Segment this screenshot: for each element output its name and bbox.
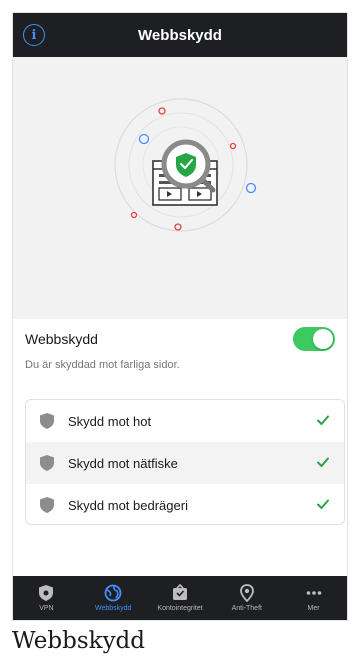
feature-label: Skydd mot nätfiske	[68, 455, 178, 471]
red-dot-icon	[229, 142, 237, 150]
web-protection-toggle[interactable]	[293, 327, 335, 351]
tab-anti-theft[interactable]: Anti-Theft	[213, 576, 280, 620]
tab-label: Mer	[307, 605, 320, 612]
red-dot-icon	[130, 211, 138, 219]
tab-label: Kontointegritet	[157, 605, 203, 612]
tab-vpn[interactable]: VPN	[13, 576, 80, 620]
tab-label: Anti-Theft	[231, 605, 262, 612]
checkmark-icon	[317, 499, 329, 509]
tab-label: Webbskydd	[94, 605, 132, 612]
web-protection-label: Webbskydd	[25, 331, 98, 347]
info-circle-icon[interactable]: i	[23, 24, 45, 46]
vpn-shield-icon	[39, 585, 54, 601]
page-title: Webbskydd	[138, 26, 222, 44]
feature-row-threats: Skydd mot hot	[26, 400, 344, 442]
globe-icon	[104, 584, 122, 602]
tab-more[interactable]: Mer	[280, 576, 347, 620]
app-screen: i Webbskydd Webbskydd Du är skyddad mot …	[12, 12, 348, 621]
web-protection-row: Webbskydd	[13, 319, 347, 359]
feature-label: Skydd mot bedrägeri	[68, 497, 188, 513]
top-bar: i Webbskydd	[13, 13, 347, 57]
account-icon	[172, 584, 187, 600]
shield-icon	[40, 497, 54, 513]
location-icon	[239, 584, 254, 602]
toggle-knob	[313, 329, 333, 349]
feature-label: Skydd mot hot	[68, 413, 152, 429]
feature-row-fraud: Skydd mot bedrägeri	[26, 484, 344, 524]
shield-icon	[40, 455, 54, 471]
bottom-tab-bar: VPN Webbskydd Kontointegritet Anti-Theft	[13, 576, 347, 620]
tab-account-privacy[interactable]: Kontointegritet	[147, 576, 214, 620]
shield-icon	[40, 413, 54, 429]
feature-row-phishing: Skydd mot nätfiske	[26, 442, 344, 484]
red-dot-icon	[174, 223, 182, 231]
red-dot-icon	[158, 107, 166, 115]
protection-status-text: Du är skyddad mot farliga sidor.	[25, 359, 180, 371]
checkmark-icon	[317, 415, 329, 425]
screenshot-caption: Webbskydd	[12, 628, 146, 654]
tab-web-protection[interactable]: Webbskydd	[80, 576, 147, 620]
protection-features-card: Skydd mot hot Skydd mot nätfiske Skydd m…	[25, 399, 345, 525]
checkmark-icon	[317, 457, 329, 467]
web-protection-illustration	[114, 98, 257, 232]
tab-label: VPN	[39, 605, 54, 612]
blue-dot-icon	[245, 182, 257, 194]
blue-dot-icon	[138, 133, 150, 145]
hero-illustration	[13, 57, 347, 319]
more-icon	[306, 591, 321, 595]
